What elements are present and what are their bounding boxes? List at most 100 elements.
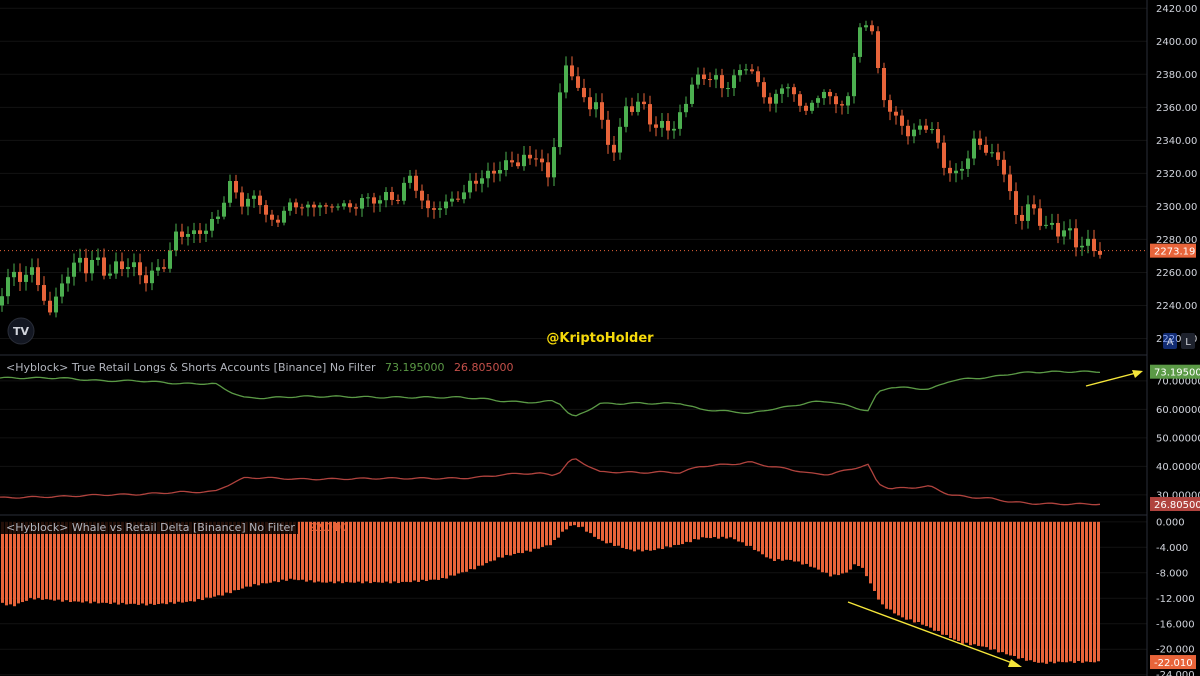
indicator-2-title[interactable]: <Hyblock> Whale vs Retail Delta [Binance…: [6, 521, 347, 534]
candle-body: [6, 277, 10, 297]
candle-body: [534, 158, 538, 160]
delta-bar: [9, 521, 12, 605]
candle-body: [246, 198, 250, 207]
indicator-1-title[interactable]: <Hyblock> True Retail Longs & Shorts Acc…: [6, 361, 514, 374]
candle-body: [360, 198, 364, 209]
delta-bar: [877, 521, 880, 600]
delta-bar: [729, 521, 732, 538]
delta-bar: [137, 521, 140, 605]
candle-body: [582, 87, 586, 98]
delta-tick-label: -12.000: [1156, 594, 1195, 605]
log-scale-button[interactable]: L: [1181, 333, 1195, 349]
delta-bar: [557, 521, 560, 538]
candle-body: [420, 190, 424, 201]
candle-body: [798, 94, 802, 106]
delta-bar: [553, 521, 556, 541]
candle-body: [498, 170, 502, 174]
candle-body: [930, 129, 934, 131]
delta-bar: [445, 521, 448, 579]
candle-body: [42, 285, 46, 301]
delta-bar: [1057, 521, 1060, 662]
candle-body: [744, 69, 748, 71]
delta-bar: [421, 521, 424, 580]
candle-body: [258, 195, 262, 206]
delta-bar: [977, 521, 980, 646]
candle-body: [726, 88, 730, 90]
delta-bar: [709, 521, 712, 539]
delta-bar: [1045, 521, 1048, 664]
delta-bar: [909, 521, 912, 620]
tradingview-logo[interactable]: TV: [7, 317, 35, 345]
delta-bar: [141, 521, 144, 604]
price-tick-label: 2340.00: [1156, 136, 1197, 147]
candle-body: [888, 100, 892, 112]
delta-bar: [621, 521, 624, 548]
delta-bar: [741, 521, 744, 543]
candle-body: [870, 25, 874, 32]
longs-tag: 73.195000: [1154, 368, 1200, 379]
candle-body: [906, 125, 910, 137]
candle-body: [894, 111, 898, 116]
candle-body: [684, 103, 688, 113]
candle-body: [294, 202, 298, 208]
delta-bar: [793, 521, 796, 562]
candle-body: [1062, 230, 1066, 237]
delta-bar: [1029, 521, 1032, 661]
candle-body: [570, 65, 574, 77]
candle-body: [462, 192, 466, 200]
auto-scale-label: A: [1167, 337, 1174, 348]
delta-bar: [357, 521, 360, 582]
candle-body: [18, 271, 22, 282]
delta-bar: [625, 521, 628, 550]
delta-bar: [617, 521, 620, 546]
candle-body: [180, 231, 184, 237]
candle-body: [912, 129, 916, 137]
delta-bar: [365, 521, 368, 582]
candle-body: [210, 218, 214, 231]
delta-bar: [869, 521, 872, 584]
delta-bar: [701, 521, 704, 538]
candle-body: [816, 98, 820, 103]
candle-body: [768, 97, 772, 104]
candle-body: [1032, 204, 1036, 209]
candle-body: [336, 206, 340, 208]
delta-bar: [361, 521, 364, 584]
candle-body: [720, 75, 724, 89]
candle-body: [234, 181, 238, 193]
candle-body: [1020, 214, 1024, 221]
delta-bar: [517, 521, 520, 553]
auto-scale-button[interactable]: A: [1163, 333, 1177, 349]
delta-bar: [373, 521, 376, 582]
delta-bar: [561, 521, 564, 532]
price-tick-label: 2400.00: [1156, 37, 1197, 48]
candle-body: [738, 70, 742, 76]
delta-bar: [661, 521, 664, 550]
candle-body: [276, 219, 280, 223]
candle-body: [168, 250, 172, 269]
long-value-legend: 73.195000: [385, 361, 445, 374]
candle-body: [852, 56, 856, 97]
candle-body: [510, 160, 514, 163]
delta-bar: [349, 521, 352, 583]
candle-body: [702, 74, 706, 80]
candle-body: [828, 91, 832, 97]
candle-body: [1038, 208, 1042, 226]
candle-body: [144, 275, 148, 284]
delta-bar: [765, 521, 768, 558]
candle-body: [432, 208, 436, 210]
delta-bar: [437, 521, 440, 580]
candle-body: [414, 175, 418, 191]
candle-body: [240, 192, 244, 207]
candle-body: [516, 162, 520, 167]
delta-bar: [585, 521, 588, 532]
candle-body: [954, 170, 958, 174]
delta-bar: [685, 521, 688, 542]
candle-body: [942, 142, 946, 168]
whale-delta-bars: [1, 521, 1100, 664]
delta-bar: [885, 521, 888, 609]
delta-bar: [777, 521, 780, 560]
candle-body: [714, 75, 718, 80]
delta-bar: [157, 521, 160, 605]
candle-body: [66, 276, 70, 284]
candle-body: [54, 296, 58, 313]
